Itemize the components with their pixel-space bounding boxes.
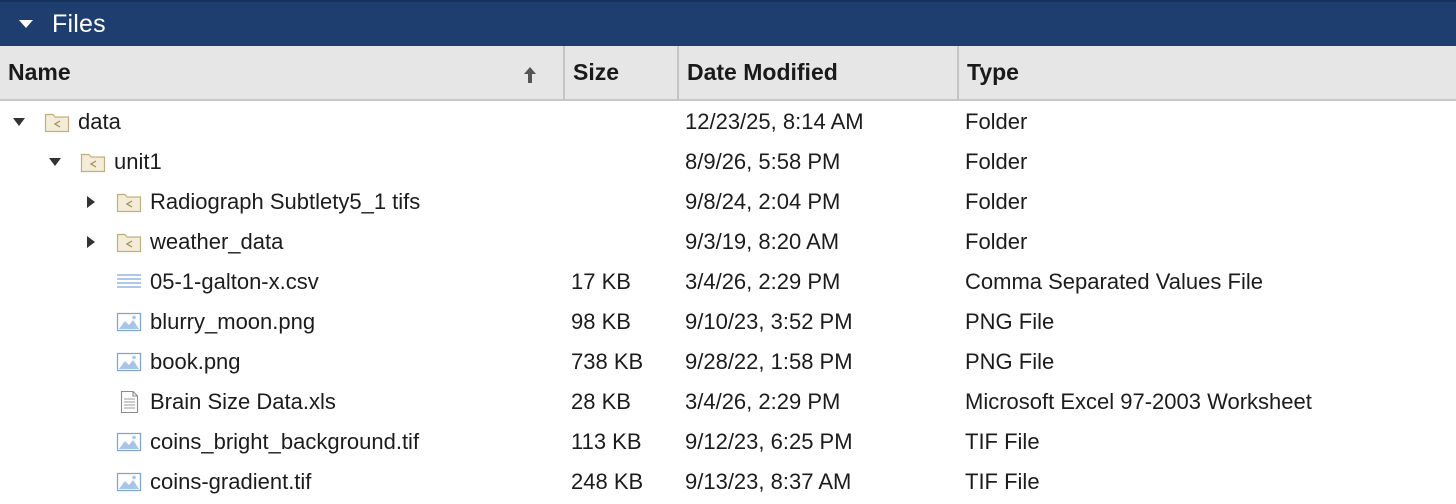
collapse-arrow-icon[interactable] bbox=[45, 142, 65, 182]
file-name: weather_data bbox=[150, 229, 284, 254]
document-file-icon bbox=[116, 390, 142, 414]
file-date-modified: 9/12/23, 6:25 PM bbox=[685, 429, 853, 454]
image-file-icon bbox=[116, 351, 142, 373]
file-date-modified: 9/3/19, 8:20 AM bbox=[685, 229, 840, 254]
column-header-size-label: Size bbox=[573, 59, 620, 85]
file-type: Folder bbox=[965, 109, 1028, 134]
file-name: unit1 bbox=[114, 149, 162, 174]
expand-arrow-icon[interactable] bbox=[81, 222, 101, 262]
table-row[interactable]: unit1 8/9/26, 5:58 PM Folder bbox=[0, 142, 1456, 182]
column-header-name[interactable]: Name bbox=[0, 46, 563, 99]
file-name: 05-1-galton-x.csv bbox=[150, 269, 319, 294]
file-date-modified: 9/13/23, 8:37 AM bbox=[685, 469, 852, 494]
table-row[interactable]: coins-gradient.tif 248 KB 9/13/23, 8:37 AM… bbox=[0, 462, 1456, 502]
file-date-modified: 3/4/26, 2:29 PM bbox=[685, 389, 841, 414]
file-name: Brain Size Data.xls bbox=[150, 389, 336, 414]
file-date-modified: 12/23/25, 8:14 AM bbox=[685, 109, 864, 134]
file-date-modified: 9/28/22, 1:58 PM bbox=[685, 349, 853, 374]
panel-title: Files bbox=[52, 9, 106, 38]
file-type: Folder bbox=[965, 229, 1028, 254]
collapse-arrow-icon[interactable] bbox=[9, 102, 29, 142]
file-type: Comma Separated Values File bbox=[965, 269, 1263, 294]
column-header-row: Name Size Date Modified Type bbox=[0, 46, 1456, 101]
file-date-modified: 9/10/23, 3:52 PM bbox=[685, 309, 853, 334]
file-type: Folder bbox=[965, 189, 1028, 214]
column-header-date-label: Date Modified bbox=[687, 59, 838, 85]
folder-icon bbox=[116, 191, 142, 213]
collapse-panel-icon[interactable] bbox=[0, 1, 52, 47]
file-type: TIF File bbox=[965, 469, 1040, 494]
column-header-size[interactable]: Size bbox=[563, 46, 677, 99]
file-size: 28 KB bbox=[571, 389, 631, 414]
file-type: Microsoft Excel 97-2003 Worksheet bbox=[965, 389, 1312, 414]
file-size: 248 KB bbox=[571, 469, 644, 494]
file-name: blurry_moon.png bbox=[150, 309, 316, 334]
file-type: PNG File bbox=[965, 309, 1055, 334]
table-row[interactable]: book.png 738 KB 9/28/22, 1:58 PM PNG File bbox=[0, 342, 1456, 382]
table-row[interactable]: weather_data 9/3/19, 8:20 AM Folder bbox=[0, 222, 1456, 262]
files-panel: Files Name Size Date Modified Type data 1… bbox=[0, 0, 1456, 504]
file-size: 98 KB bbox=[571, 309, 631, 334]
panel-title-bar[interactable]: Files bbox=[0, 0, 1456, 46]
csv-file-icon bbox=[116, 271, 142, 293]
table-row[interactable]: blurry_moon.png 98 KB 9/10/23, 3:52 PM PNG … bbox=[0, 302, 1456, 342]
table-row[interactable]: data 12/23/25, 8:14 AM Folder bbox=[0, 102, 1456, 142]
column-header-type-label: Type bbox=[967, 59, 1019, 85]
image-file-icon bbox=[116, 471, 142, 493]
file-size: 113 KB bbox=[571, 429, 642, 454]
file-type: PNG File bbox=[965, 349, 1055, 374]
column-header-date-modified[interactable]: Date Modified bbox=[677, 46, 957, 99]
file-size: 17 KB bbox=[571, 269, 631, 294]
image-file-icon bbox=[116, 431, 142, 453]
table-row[interactable]: Radiograph Subtlety5_1 tifs 9/8/24, 2:04 … bbox=[0, 182, 1456, 222]
table-row[interactable]: coins_bright_background.tif 113 KB 9/12/23… bbox=[0, 422, 1456, 462]
file-type: Folder bbox=[965, 149, 1028, 174]
file-name: coins_bright_background.tif bbox=[150, 429, 420, 454]
file-date-modified: 3/4/26, 2:29 PM bbox=[685, 269, 841, 294]
image-file-icon bbox=[116, 311, 142, 333]
sort-ascending-icon[interactable] bbox=[523, 63, 537, 90]
file-date-modified: 9/8/24, 2:04 PM bbox=[685, 189, 841, 214]
file-name: coins-gradient.tif bbox=[150, 469, 312, 494]
file-date-modified: 8/9/26, 5:58 PM bbox=[685, 149, 841, 174]
file-size: 738 KB bbox=[571, 349, 644, 374]
file-type: TIF File bbox=[965, 429, 1040, 454]
file-name: Radiograph Subtlety5_1 tifs bbox=[150, 189, 421, 214]
file-name: book.png bbox=[150, 349, 241, 374]
table-row[interactable]: Brain Size Data.xls 28 KB 3/4/26, 2:29 PM M… bbox=[0, 382, 1456, 422]
column-header-type[interactable]: Type bbox=[957, 46, 1456, 99]
file-name: data bbox=[78, 109, 121, 134]
table-row[interactable]: 05-1-galton-x.csv 17 KB 3/4/26, 2:29 PM Com… bbox=[0, 262, 1456, 302]
file-tree: data 12/23/25, 8:14 AM Folder unit1 8/9/26, … bbox=[0, 102, 1456, 502]
folder-icon bbox=[80, 151, 106, 173]
folder-icon bbox=[44, 111, 70, 133]
expand-arrow-icon[interactable] bbox=[81, 182, 101, 222]
folder-icon bbox=[116, 231, 142, 253]
column-header-name-label: Name bbox=[8, 59, 71, 85]
